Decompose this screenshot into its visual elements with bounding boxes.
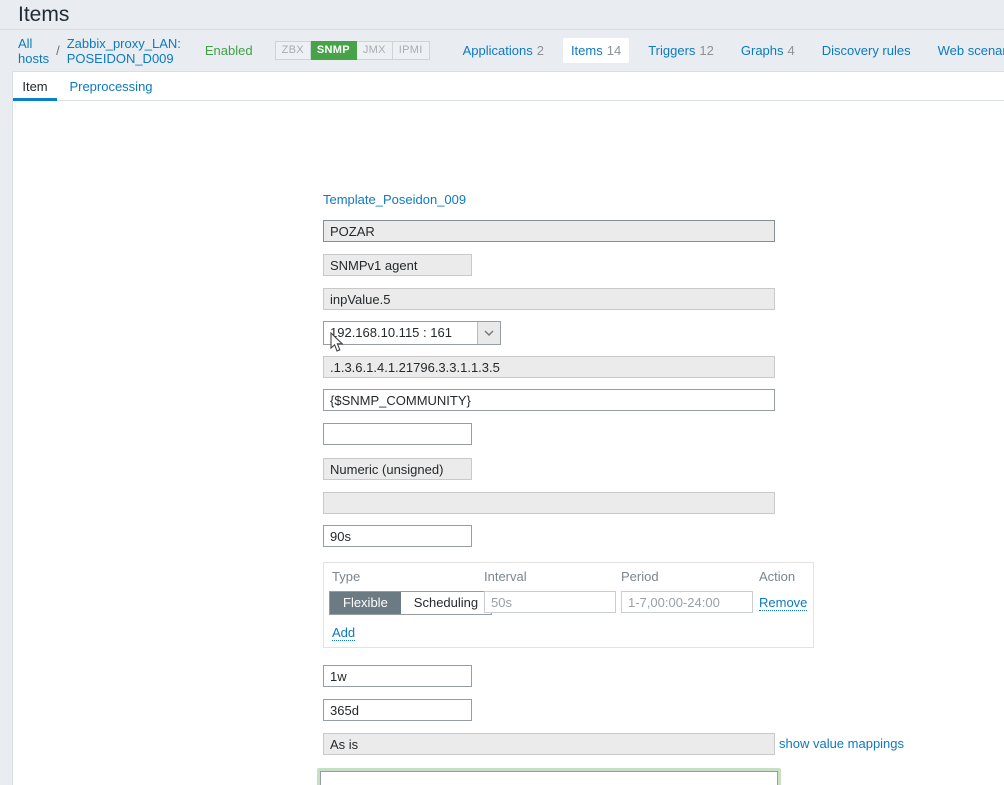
update-interval-input[interactable] [323, 525, 472, 547]
ci-add-link[interactable]: Add [332, 625, 356, 641]
nav-graphs[interactable]: Graphs 4 [733, 38, 803, 63]
type-of-information-input[interactable] [323, 458, 472, 480]
ci-header-action: Action [759, 569, 796, 584]
ci-header-interval: Interval [484, 569, 527, 584]
key-input[interactable] [323, 288, 775, 310]
type-input[interactable] [323, 254, 472, 276]
flexible-button[interactable]: Flexible [330, 592, 401, 614]
snmp-badge: SNMP [310, 41, 357, 60]
port-input[interactable] [323, 423, 472, 445]
interval-type-toggle: Flexible Scheduling [329, 591, 493, 615]
trends-input[interactable] [323, 699, 472, 721]
items-page: Items All hosts / Zabbix_proxy_LAN: POSE… [0, 0, 1004, 785]
snmp-oid-input[interactable] [323, 356, 775, 378]
ci-period-input[interactable] [621, 591, 753, 613]
nav-triggers[interactable]: Triggers 12 [640, 38, 722, 63]
breadcrumb-all-hosts[interactable]: All hosts [18, 36, 49, 66]
zbx-badge: ZBX [274, 41, 311, 60]
nav-discovery-rules[interactable]: Discovery rules [814, 38, 919, 63]
history-input[interactable] [323, 665, 472, 687]
jmx-badge: JMX [356, 41, 393, 60]
show-value-mappings-link[interactable]: show value mappings [779, 736, 904, 751]
scheduling-button[interactable]: Scheduling [400, 592, 492, 614]
ipmi-badge: IPMI [392, 41, 430, 60]
breadcrumb: All hosts / Zabbix_proxy_LAN: POSEIDON_D… [0, 30, 1004, 71]
interface-availability-badges: ZBX SNMP JMX IPMI [274, 41, 430, 60]
breadcrumb-separator: / [56, 43, 60, 58]
parent-items-link[interactable]: Template_Poseidon_009 [323, 192, 466, 207]
ci-interval-input[interactable] [484, 591, 616, 613]
breadcrumb-host-link[interactable]: Zabbix_proxy_LAN: POSEIDON_D009 [67, 36, 181, 66]
ci-header-period: Period [621, 569, 659, 584]
new-application-input[interactable] [320, 771, 778, 785]
page-title: Items [18, 3, 70, 26]
tab-preprocessing[interactable]: Preprocessing [63, 72, 159, 101]
item-form-card: Item Preprocessing Parent items Template… [12, 71, 1004, 785]
name-input[interactable] [323, 220, 775, 242]
snmp-community-input[interactable] [323, 389, 775, 411]
chevron-down-icon[interactable] [477, 322, 500, 344]
tab-item[interactable]: Item [13, 72, 57, 101]
units-input[interactable] [323, 492, 775, 514]
host-status-enabled: Enabled [204, 43, 253, 58]
form-tabs: Item Preprocessing [13, 72, 1004, 101]
nav-web-scenarios[interactable]: Web scenarios [930, 38, 1004, 63]
nav-applications[interactable]: Applications 2 [455, 38, 552, 63]
host-interface-select[interactable]: 192.168.10.115 : 161 [323, 321, 501, 345]
show-value-input[interactable] [323, 733, 775, 755]
host-nav: Applications 2 Items 14 Triggers 12 Graphs 4… [444, 38, 1004, 63]
ci-remove-link[interactable]: Remove [759, 595, 808, 611]
ci-header-type: Type [332, 569, 361, 584]
nav-items[interactable]: Items 14 [562, 38, 630, 63]
new-application-highlight [317, 768, 781, 785]
custom-intervals-block: Type Interval Period Action Flexible Sch… [323, 562, 814, 648]
